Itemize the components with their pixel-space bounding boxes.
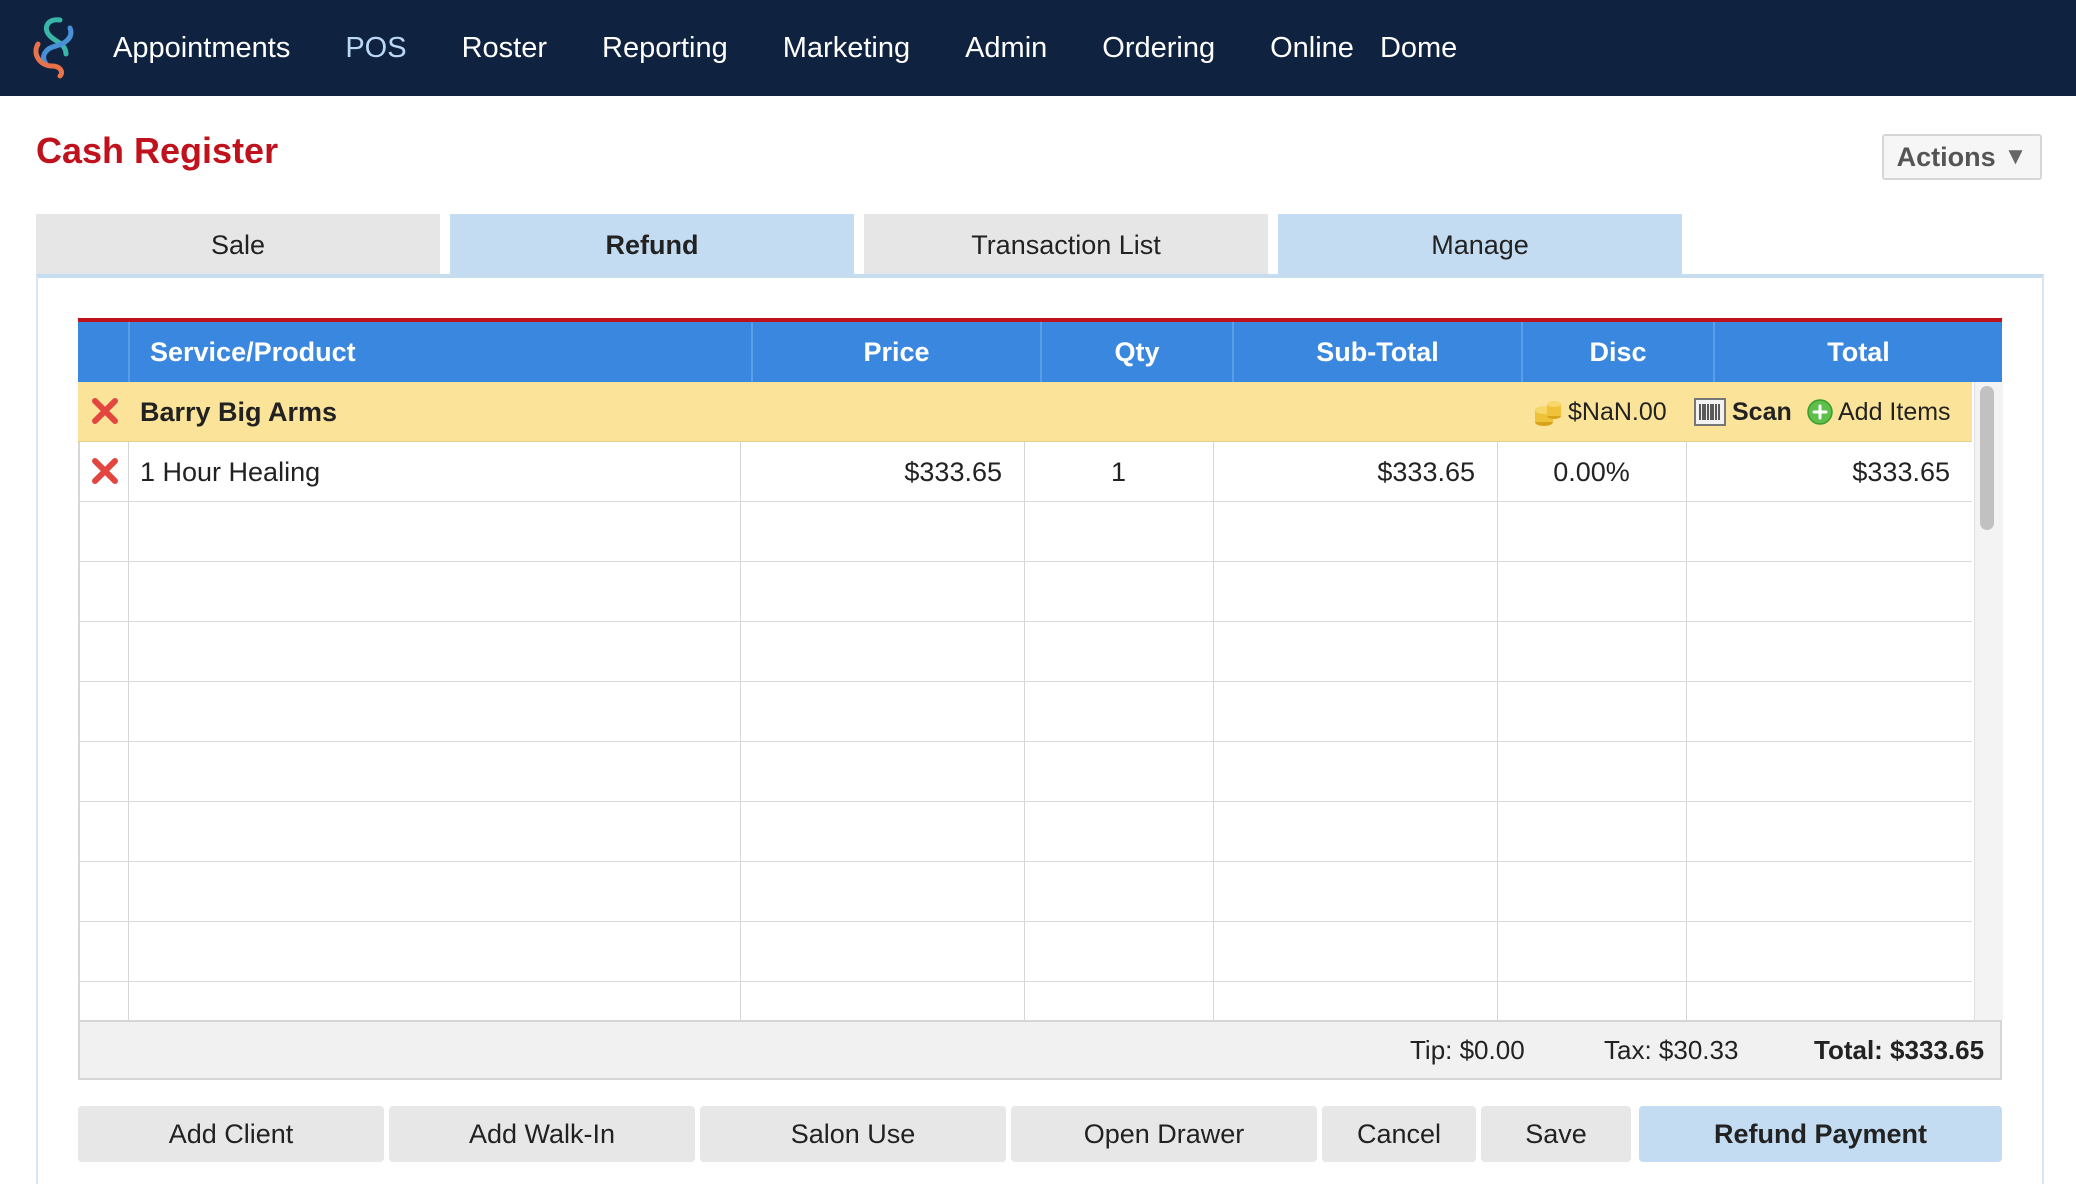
header-price: Price xyxy=(751,322,1040,382)
row-disc[interactable]: 0.00% xyxy=(1497,442,1686,502)
row-price[interactable]: $333.65 xyxy=(740,442,1022,502)
top-nav: Appointments POS Roster Reporting Market… xyxy=(0,0,2076,96)
nav-menu: Appointments POS Roster Reporting Market… xyxy=(96,0,1494,96)
open-drawer-button[interactable]: Open Drawer xyxy=(1011,1106,1317,1162)
caret-down-icon: ▼ xyxy=(2003,143,2028,170)
table-row xyxy=(78,862,1972,922)
nav-pos[interactable]: POS xyxy=(345,32,406,65)
table-row[interactable]: 1 Hour Healing $333.65 1 $333.65 0.00% $… xyxy=(78,442,1972,502)
table-row xyxy=(78,622,1972,682)
add-client-button[interactable]: Add Client xyxy=(78,1106,384,1162)
add-items-label: Add Items xyxy=(1838,397,1951,426)
table-row xyxy=(78,562,1972,622)
add-circle-icon xyxy=(1807,399,1833,425)
salon-use-button[interactable]: Salon Use xyxy=(700,1106,1006,1162)
nav-ordering[interactable]: Ordering xyxy=(1102,32,1215,65)
refund-payment-button[interactable]: Refund Payment xyxy=(1639,1106,2002,1162)
tip-amount: Tip: $0.00 xyxy=(1410,1034,1525,1065)
client-balance-value: $NaN.00 xyxy=(1568,397,1667,426)
header-service: Service/Product xyxy=(128,322,751,382)
grand-total: Total: $333.65 xyxy=(1814,1034,1985,1065)
client-name[interactable]: Barry Big Arms xyxy=(140,382,337,442)
tab-refund[interactable]: Refund xyxy=(450,214,854,276)
scan-button[interactable]: Scan xyxy=(1694,382,1792,442)
barcode-icon xyxy=(1694,398,1726,426)
page-title: Cash Register xyxy=(36,130,279,171)
row-qty[interactable]: 1 xyxy=(1024,442,1213,502)
header-total: Total xyxy=(1713,322,2002,382)
add-walk-in-button[interactable]: Add Walk-In xyxy=(389,1106,695,1162)
table-row xyxy=(78,802,1972,862)
table-row xyxy=(78,742,1972,802)
scrollbar-thumb[interactable] xyxy=(1980,386,1994,530)
client-balance[interactable]: $NaN.00 xyxy=(1532,382,1667,442)
add-items-button[interactable]: Add Items xyxy=(1806,382,1951,442)
header-delete-col xyxy=(78,322,128,382)
tab-transaction-list[interactable]: Transaction List xyxy=(864,214,1268,276)
row-total: $333.65 xyxy=(1852,456,1950,487)
table-row xyxy=(78,682,1972,742)
row-subtotal: $333.65 xyxy=(1377,456,1475,487)
cancel-button[interactable]: Cancel xyxy=(1322,1106,1476,1162)
table-header: Service/Product Price Qty Sub-Total Disc… xyxy=(78,322,2002,382)
nav-dome[interactable]: Dome xyxy=(1380,32,1457,65)
header-qty: Qty xyxy=(1040,322,1232,382)
save-button[interactable]: Save xyxy=(1481,1106,1631,1162)
nav-admin[interactable]: Admin xyxy=(965,32,1047,65)
app-logo-icon[interactable] xyxy=(26,14,88,80)
header-subtotal: Sub-Total xyxy=(1232,322,1521,382)
scan-label: Scan xyxy=(1732,397,1792,426)
nav-appointments[interactable]: Appointments xyxy=(113,32,290,65)
row-service: 1 Hour Healing xyxy=(140,456,321,487)
nav-online[interactable]: Online xyxy=(1270,32,1354,65)
tax-amount: Tax: $30.33 xyxy=(1604,1034,1739,1065)
nav-marketing[interactable]: Marketing xyxy=(783,32,910,65)
remove-client-icon[interactable] xyxy=(90,396,120,426)
actions-label: Actions xyxy=(1896,141,1996,172)
nav-reporting[interactable]: Reporting xyxy=(602,32,728,65)
actions-dropdown-button[interactable]: Actions ▼ xyxy=(1882,134,2042,180)
remove-line-icon[interactable] xyxy=(90,456,120,486)
client-row: Barry Big Arms $NaN.00 Scan Add Items xyxy=(78,382,1972,442)
table-row xyxy=(78,502,1972,562)
coins-icon xyxy=(1535,401,1561,426)
header-disc: Disc xyxy=(1521,322,1713,382)
table-row xyxy=(78,922,1972,982)
tab-manage[interactable]: Manage xyxy=(1278,214,1682,276)
tab-sale[interactable]: Sale xyxy=(36,214,440,276)
totals-bar: Tip: $0.00 Tax: $30.33 Total: $333.65 xyxy=(78,1020,2002,1080)
nav-roster[interactable]: Roster xyxy=(462,32,547,65)
